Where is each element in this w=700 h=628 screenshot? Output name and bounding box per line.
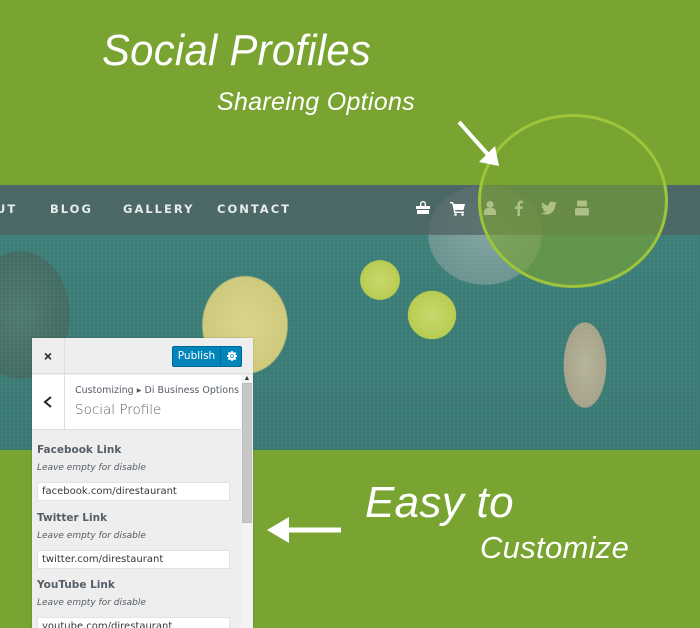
- facebook-link-input[interactable]: [37, 482, 230, 501]
- twitter-link-field: Twitter Link Leave empty for disable: [37, 512, 237, 569]
- breadcrumb: Customizing ▸ Di Business Options: [75, 385, 240, 396]
- scroll-up-arrow-icon[interactable]: ▲: [241, 375, 253, 383]
- headline-customize: Customize: [480, 530, 630, 565]
- arrow-left-icon: [267, 517, 341, 543]
- headline-social-profiles: Social Profiles: [102, 26, 372, 75]
- youtube-link-input[interactable]: [37, 617, 230, 628]
- headline-easy-to: Easy to: [365, 478, 514, 527]
- facebook-icon[interactable]: [511, 200, 527, 216]
- publish-settings-button[interactable]: [220, 347, 242, 366]
- field-label: Twitter Link: [37, 512, 108, 524]
- twitter-icon[interactable]: [541, 200, 557, 216]
- customizer-panel: × Publish Customizing ▸ Di Business Opti…: [32, 338, 253, 628]
- field-description: Leave empty for disable: [37, 463, 146, 473]
- section-header: Customizing ▸ Di Business Options Social…: [32, 375, 241, 430]
- youtube-icon[interactable]: [574, 200, 590, 216]
- youtube-link-field: YouTube Link Leave empty for disable: [37, 579, 237, 628]
- close-button[interactable]: ×: [32, 338, 65, 374]
- field-label: YouTube Link: [37, 579, 115, 591]
- scroll-thumb[interactable]: [242, 383, 252, 523]
- highlight-circle: [478, 114, 668, 288]
- panel-scrollbar[interactable]: ▲: [241, 375, 253, 628]
- arrow-down-right-icon: [457, 120, 499, 166]
- publish-button[interactable]: Publish: [173, 347, 220, 366]
- gear-icon: [226, 351, 237, 362]
- field-label: Facebook Link: [37, 444, 122, 456]
- nav-link-blog[interactable]: BLOG: [50, 202, 93, 216]
- back-button[interactable]: [32, 375, 65, 430]
- nav-link-contact[interactable]: CONTACT: [217, 202, 291, 216]
- user-icon[interactable]: [482, 200, 498, 216]
- chevron-left-icon: [43, 396, 52, 408]
- cart-icon[interactable]: [450, 200, 466, 216]
- twitter-link-input[interactable]: [37, 550, 230, 569]
- nav-link-gallery[interactable]: GALLERY: [123, 202, 194, 216]
- nav-link-about[interactable]: UT: [0, 202, 17, 216]
- publish-button-group: Publish: [172, 346, 242, 367]
- headline-sharing-options: Shareing Options: [217, 88, 415, 116]
- shopping-bag-icon[interactable]: [415, 200, 431, 216]
- facebook-link-field: Facebook Link Leave empty for disable: [37, 444, 237, 501]
- field-description: Leave empty for disable: [37, 598, 146, 608]
- section-title: Social Profile: [75, 402, 162, 418]
- field-description: Leave empty for disable: [37, 531, 146, 541]
- customizer-header: × Publish: [32, 338, 253, 374]
